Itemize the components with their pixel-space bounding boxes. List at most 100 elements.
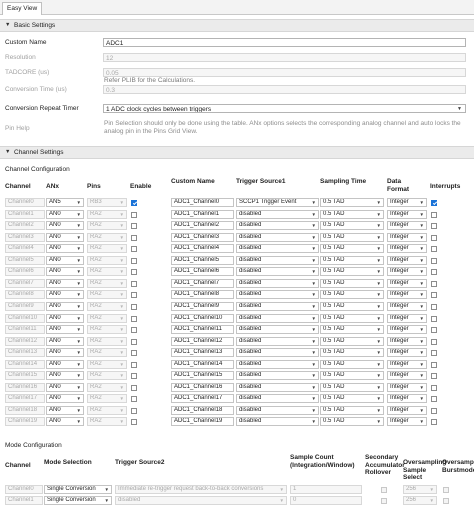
interrupt-checkbox[interactable] <box>431 349 437 356</box>
trigger-source1-select[interactable]: disabled ▼ <box>236 290 319 299</box>
trigger-source1-select[interactable]: disabled ▼ <box>236 256 319 265</box>
anx-select[interactable]: AN0 ▼ <box>46 360 84 369</box>
chevron-down-icon[interactable]: ▼ <box>77 280 81 287</box>
enable-checkbox[interactable] <box>131 326 137 333</box>
interrupt-checkbox[interactable] <box>431 418 437 425</box>
custom-name-input[interactable]: ADC1_Channel6 <box>171 267 234 276</box>
interrupt-checkbox[interactable] <box>431 245 437 252</box>
chevron-down-icon[interactable]: ▼ <box>420 222 424 229</box>
enable-checkbox[interactable] <box>131 268 137 275</box>
trigger-source1-select[interactable]: disabled ▼ <box>236 314 319 323</box>
chevron-down-icon[interactable]: ▼ <box>377 372 381 379</box>
chevron-down-icon[interactable]: ▼ <box>377 234 381 241</box>
chevron-down-icon[interactable]: ▼ <box>77 291 81 298</box>
data-format-select[interactable]: Integer ▼ <box>387 290 427 299</box>
custom-name-input[interactable]: ADC1_Channel17 <box>171 394 234 403</box>
anx-select[interactable]: AN0 ▼ <box>46 348 84 357</box>
chevron-down-icon[interactable]: ▼ <box>377 280 381 287</box>
anx-select[interactable]: AN0 ▼ <box>46 302 84 311</box>
chevron-down-icon[interactable]: ▼ <box>312 326 316 333</box>
custom-name-input[interactable]: ADC1_Channel9 <box>171 302 234 311</box>
tab-easy-view[interactable]: Easy View <box>2 2 43 15</box>
enable-checkbox[interactable] <box>131 222 137 229</box>
sampling-time-select[interactable]: 0.5 TAD ▼ <box>320 337 384 346</box>
custom-name-input[interactable]: ADC1_Channel15 <box>171 371 234 380</box>
anx-select[interactable]: AN5 ▼ <box>46 198 84 207</box>
chevron-down-icon[interactable]: ▼ <box>420 211 424 218</box>
interrupt-checkbox[interactable] <box>431 222 437 229</box>
enable-checkbox[interactable] <box>131 338 137 345</box>
chevron-down-icon[interactable]: ▼ <box>420 303 424 310</box>
interrupt-checkbox[interactable] <box>431 372 437 379</box>
enable-checkbox[interactable] <box>131 199 137 206</box>
anx-select[interactable]: AN0 ▼ <box>46 383 84 392</box>
sampling-time-select[interactable]: 0.5 TAD ▼ <box>320 256 384 265</box>
interrupt-checkbox[interactable] <box>431 280 437 287</box>
trigger-source1-select[interactable]: disabled ▼ <box>236 279 319 288</box>
sampling-time-select[interactable]: 0.5 TAD ▼ <box>320 244 384 253</box>
trigger-source1-select[interactable]: disabled ▼ <box>236 383 319 392</box>
chevron-down-icon[interactable]: ▼ <box>312 303 316 310</box>
data-format-select[interactable]: Integer ▼ <box>387 417 427 426</box>
data-format-select[interactable]: Integer ▼ <box>387 279 427 288</box>
chevron-down-icon[interactable]: ▼ <box>77 418 81 425</box>
data-format-select[interactable]: Integer ▼ <box>387 394 427 403</box>
data-format-select[interactable]: Integer ▼ <box>387 337 427 346</box>
data-format-select[interactable]: Integer ▼ <box>387 221 427 230</box>
sampling-time-select[interactable]: 0.5 TAD ▼ <box>320 302 384 311</box>
interrupt-checkbox[interactable] <box>431 395 437 402</box>
sampling-time-select[interactable]: 0.5 TAD ▼ <box>320 383 384 392</box>
trigger-source1-select[interactable]: disabled ▼ <box>236 337 319 346</box>
chevron-down-icon[interactable]: ▼ <box>420 349 424 356</box>
anx-select[interactable]: AN0 ▼ <box>46 210 84 219</box>
anx-select[interactable]: AN0 ▼ <box>46 314 84 323</box>
chevron-down-icon[interactable]: ▼ <box>420 245 424 252</box>
chevron-down-icon[interactable]: ▼ <box>312 418 316 425</box>
custom-name-input[interactable]: ADC1_Channel3 <box>171 233 234 242</box>
anx-select[interactable]: AN0 ▼ <box>46 256 84 265</box>
anx-select[interactable]: AN0 ▼ <box>46 279 84 288</box>
anx-select[interactable]: AN0 ▼ <box>46 267 84 276</box>
field-input[interactable]: ADC1 <box>103 38 466 47</box>
enable-checkbox[interactable] <box>131 291 137 298</box>
chevron-down-icon[interactable]: ▼ <box>420 338 424 345</box>
interrupt-checkbox[interactable] <box>431 257 437 264</box>
interrupt-checkbox[interactable] <box>431 234 437 241</box>
sampling-time-select[interactable]: 0.5 TAD ▼ <box>320 267 384 276</box>
trigger-source1-select[interactable]: disabled ▼ <box>236 360 319 369</box>
chevron-down-icon[interactable]: ▼ <box>312 234 316 241</box>
interrupt-checkbox[interactable] <box>431 268 437 275</box>
chevron-down-icon[interactable]: ▼ <box>377 418 381 425</box>
sampling-time-select[interactable]: 0.5 TAD ▼ <box>320 210 384 219</box>
enable-checkbox[interactable] <box>131 418 137 425</box>
chevron-down-icon[interactable]: ▼ <box>312 372 316 379</box>
interrupt-checkbox[interactable] <box>431 199 437 206</box>
enable-checkbox[interactable] <box>131 361 137 368</box>
interrupt-checkbox[interactable] <box>431 361 437 368</box>
anx-select[interactable]: AN0 ▼ <box>46 244 84 253</box>
custom-name-input[interactable]: ADC1_Channel19 <box>171 417 234 426</box>
chevron-down-icon[interactable]: ▼ <box>377 268 381 275</box>
custom-name-input[interactable]: ADC1_Channel7 <box>171 279 234 288</box>
chevron-down-icon[interactable]: ▼ <box>420 384 424 391</box>
sampling-time-select[interactable]: 0.5 TAD ▼ <box>320 233 384 242</box>
chevron-down-icon[interactable]: ▼ <box>77 315 81 322</box>
chevron-down-icon[interactable]: ▼ <box>312 291 316 298</box>
collapse-caret-icon[interactable]: ▼ <box>5 147 10 158</box>
anx-select[interactable]: AN0 ▼ <box>46 417 84 426</box>
chevron-down-icon[interactable]: ▼ <box>377 199 381 206</box>
enable-checkbox[interactable] <box>131 372 137 379</box>
data-format-select[interactable]: Integer ▼ <box>387 233 427 242</box>
chevron-down-icon[interactable]: ▼ <box>105 486 109 493</box>
channel-settings-header[interactable]: ▼ Channel Settings <box>0 146 474 159</box>
chevron-down-icon[interactable]: ▼ <box>377 326 381 333</box>
chevron-down-icon[interactable]: ▼ <box>420 315 424 322</box>
sampling-time-select[interactable]: 0.5 TAD ▼ <box>320 290 384 299</box>
chevron-down-icon[interactable]: ▼ <box>420 199 424 206</box>
chevron-down-icon[interactable]: ▼ <box>77 395 81 402</box>
sampling-time-select[interactable]: 0.5 TAD ▼ <box>320 198 384 207</box>
chevron-down-icon[interactable]: ▼ <box>420 418 424 425</box>
trigger-source1-select[interactable]: disabled ▼ <box>236 244 319 253</box>
sampling-time-select[interactable]: 0.5 TAD ▼ <box>320 371 384 380</box>
chevron-down-icon[interactable]: ▼ <box>377 338 381 345</box>
